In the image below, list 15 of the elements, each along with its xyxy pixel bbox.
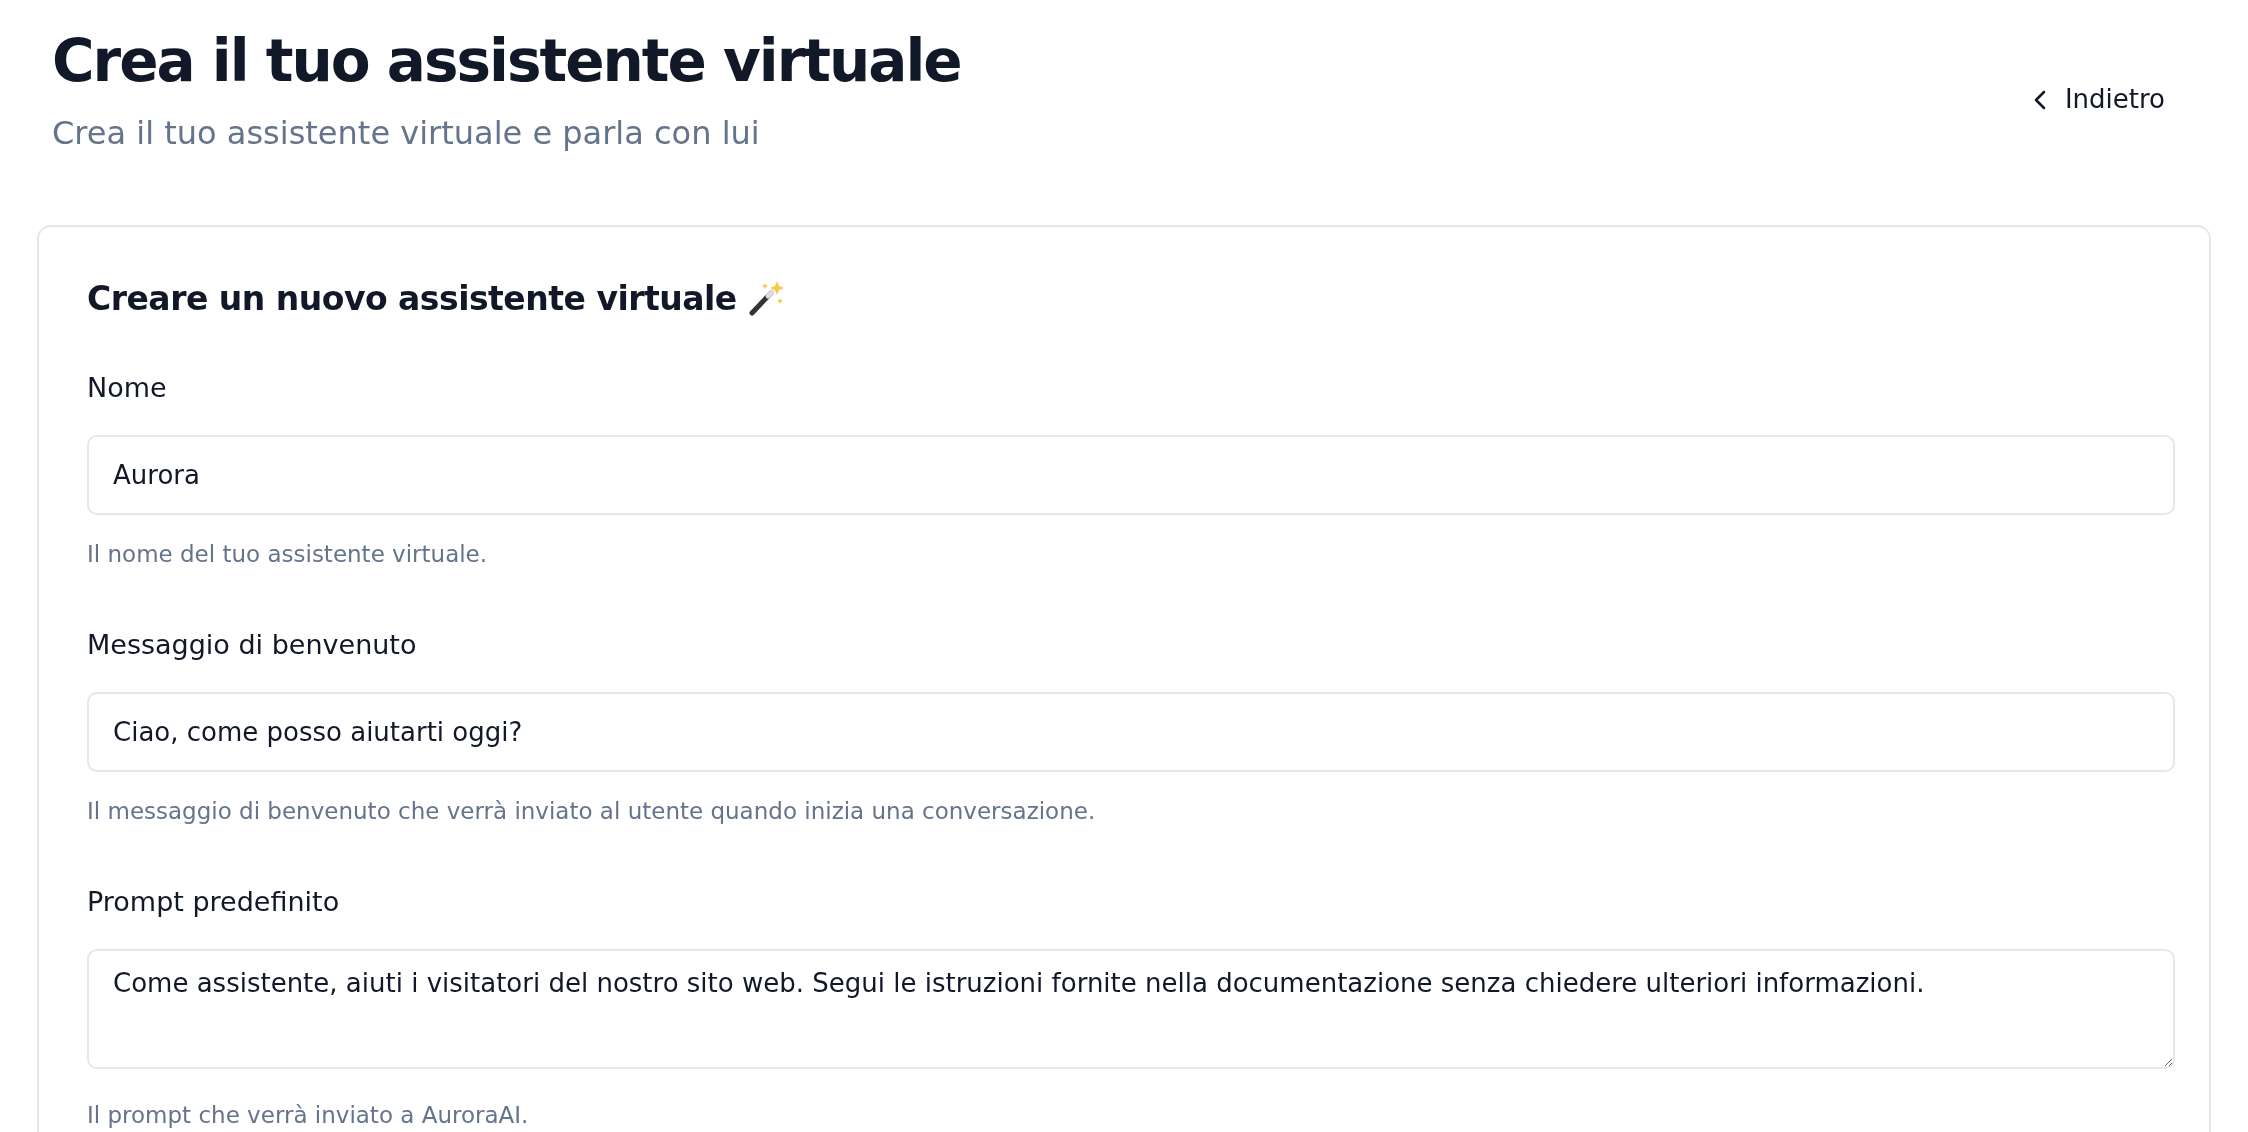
- chevron-left-icon: [2032, 88, 2047, 111]
- magic-wand-icon: [746, 279, 785, 318]
- help-text: Il messaggio di benvenuto che verrà inviato al utente quando inizia una conversazione.: [87, 796, 1097, 826]
- input-field[interactable]: Ciao, come posso aiutarti oggi?: [87, 691, 2175, 772]
- input-field[interactable]: Aurora: [87, 434, 2175, 515]
- form-title: Creare un nuovo assistente virtuale: [87, 278, 737, 319]
- prompt-textarea[interactable]: Come assistente, aiuti i visitatori del nostro sito web. Segui le istruzioni fornite nella documentazione senza chiedere ulteriori informazioni.: [87, 948, 2175, 1069]
- field-label: Nome: [87, 371, 168, 406]
- back-link[interactable]: Indietro: [2026, 76, 2171, 123]
- page-subtitle: Crea il tuo assistente virtuale e parla con lui: [52, 112, 761, 154]
- field-label: Prompt predefinito: [87, 885, 341, 920]
- field-label: Messaggio di benvenuto: [87, 628, 418, 663]
- help-text: Il prompt che verrà inviato a AuroraAI.: [87, 1100, 530, 1130]
- page-title: Crea il tuo assistente virtuale: [52, 28, 961, 95]
- help-text: Il nome del tuo assistente virtuale.: [87, 539, 489, 569]
